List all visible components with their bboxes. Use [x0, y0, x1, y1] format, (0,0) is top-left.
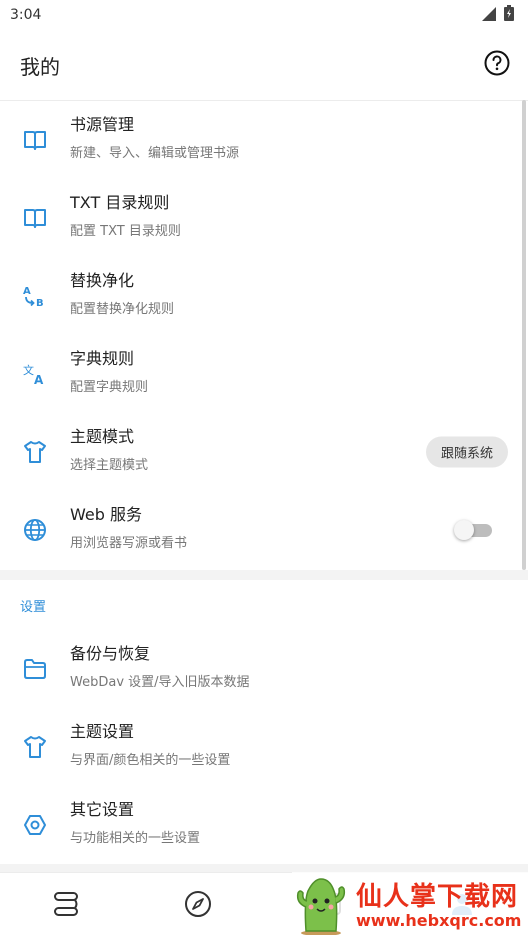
- menu-item-title: 备份与恢复: [70, 644, 151, 663]
- menu-item-title: 主题模式: [70, 427, 135, 446]
- watermark: 仙人掌下载网 www.hebxqrc.com: [292, 872, 528, 939]
- theme-mode-value-chip[interactable]: 跟随系统: [425, 436, 508, 468]
- hexagon-settings-icon: [22, 812, 48, 838]
- cactus-logo-icon: [292, 873, 350, 939]
- bookshelf-icon: [51, 890, 81, 922]
- svg-text:A: A: [23, 286, 31, 297]
- web-service-toggle[interactable]: [454, 518, 494, 542]
- menu-item-web-service[interactable]: Web 服务 用浏览器写源或看书: [0, 491, 528, 569]
- menu-item-title: Web 服务: [70, 505, 142, 524]
- status-icons: [482, 5, 514, 25]
- menu-item-subtitle: 用浏览器写源或看书: [70, 536, 188, 551]
- settings-section-header: 设置: [20, 599, 47, 615]
- app-bar: 我的: [0, 30, 528, 100]
- svg-text:文: 文: [23, 363, 34, 377]
- status-bar: 3:04: [0, 0, 528, 30]
- book-open-icon: [22, 205, 48, 231]
- menu-item-title: 替换净化: [70, 271, 135, 290]
- translate-icon: 文A: [22, 361, 48, 387]
- toggle-thumb: [454, 520, 474, 540]
- tshirt-icon: [22, 734, 48, 760]
- menu-item-subtitle: 配置替换净化规则: [70, 302, 175, 317]
- nav-bookshelf[interactable]: [0, 873, 132, 939]
- scrollbar[interactable]: [522, 100, 526, 570]
- menu-item-title: 其它设置: [70, 800, 135, 819]
- status-time: 3:04: [10, 7, 42, 23]
- menu-item-subtitle: 新建、导入、编辑或管理书源: [70, 146, 240, 161]
- menu-item-title: 主题设置: [70, 722, 135, 741]
- globe-icon: [22, 517, 48, 543]
- menu-item-subtitle: 与界面/颜色相关的一些设置: [70, 753, 231, 768]
- menu-item-replace-rules[interactable]: AB 替换净化 配置替换净化规则: [0, 257, 528, 335]
- svg-text:B: B: [36, 298, 44, 309]
- menu-item-book-source[interactable]: 书源管理 新建、导入、编辑或管理书源: [0, 101, 528, 179]
- content-area[interactable]: 书源管理 新建、导入、编辑或管理书源 TXT 目录规则 配置 TXT 目录规则 …: [0, 100, 528, 872]
- watermark-title: 仙人掌下载网: [356, 881, 519, 912]
- menu-item-subtitle: 配置 TXT 目录规则: [70, 224, 181, 239]
- page-title: 我的: [20, 54, 60, 79]
- nav-explore[interactable]: [132, 873, 264, 939]
- menu-item-txt-toc-rules[interactable]: TXT 目录规则 配置 TXT 目录规则: [0, 179, 528, 257]
- menu-item-title: 书源管理: [70, 115, 135, 134]
- replace-ab-icon: AB: [22, 283, 48, 309]
- tshirt-icon: [22, 439, 48, 465]
- menu-item-backup-restore[interactable]: 备份与恢复 WebDav 设置/导入旧版本数据: [0, 630, 528, 708]
- help-circle-icon: [484, 50, 510, 80]
- menu-item-theme-mode[interactable]: 主题模式 选择主题模式 跟随系统: [0, 413, 528, 491]
- book-open-icon: [22, 127, 48, 153]
- menu-item-dict-rules[interactable]: 文A 字典规则 配置字典规则: [0, 335, 528, 413]
- settings-card: 设置 备份与恢复 WebDav 设置/导入旧版本数据 主题设置 与界面/颜色相关…: [0, 580, 528, 864]
- menu-item-subtitle: WebDav 设置/导入旧版本数据: [70, 675, 250, 690]
- menu-item-subtitle: 配置字典规则: [70, 380, 149, 395]
- menu-item-other-settings[interactable]: 其它设置 与功能相关的一些设置: [0, 786, 528, 864]
- menu-item-subtitle: 选择主题模式: [70, 458, 149, 473]
- menu-item-title: TXT 目录规则: [70, 193, 170, 212]
- menu-item-title: 字典规则: [70, 349, 135, 368]
- help-button[interactable]: [483, 50, 511, 80]
- battery-icon: [504, 5, 514, 25]
- svg-text:A: A: [34, 373, 44, 387]
- signal-icon: [482, 6, 496, 25]
- watermark-url: www.hebxqrc.com: [356, 910, 522, 930]
- menu-item-subtitle: 与功能相关的一些设置: [70, 831, 201, 846]
- main-card: 书源管理 新建、导入、编辑或管理书源 TXT 目录规则 配置 TXT 目录规则 …: [0, 100, 528, 570]
- folder-icon: [22, 656, 48, 682]
- menu-item-theme-settings[interactable]: 主题设置 与界面/颜色相关的一些设置: [0, 708, 528, 786]
- compass-icon: [184, 890, 212, 922]
